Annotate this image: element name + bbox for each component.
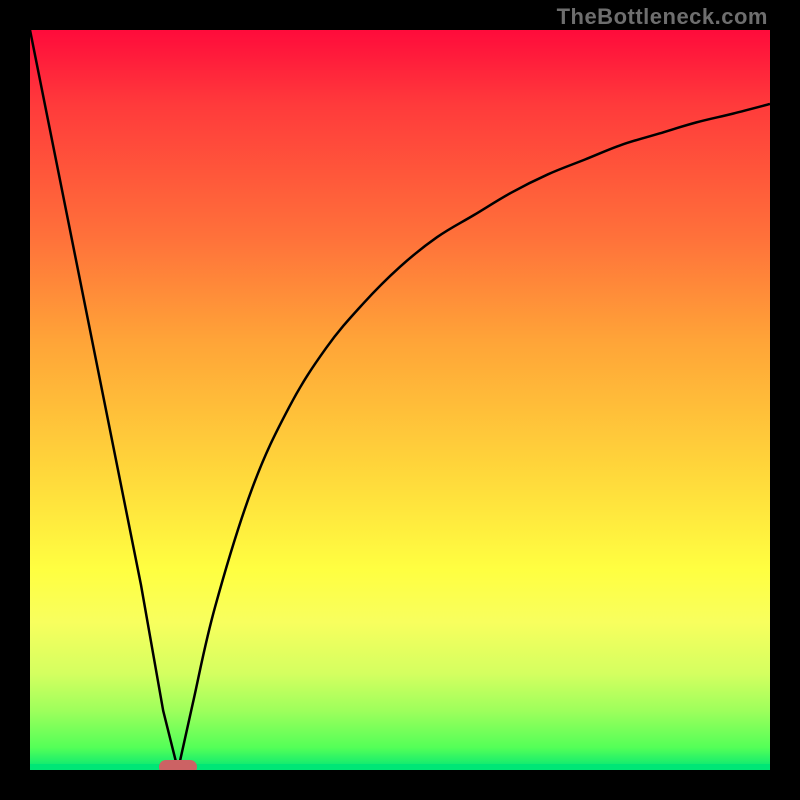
- chart-frame: TheBottleneck.com: [0, 0, 800, 800]
- curve-left-branch: [30, 30, 178, 770]
- vertex-marker: [159, 760, 197, 770]
- plot-area: [30, 30, 770, 770]
- watermark-text: TheBottleneck.com: [557, 4, 768, 30]
- curve-right-branch: [178, 104, 770, 770]
- bottleneck-curve: [30, 30, 770, 770]
